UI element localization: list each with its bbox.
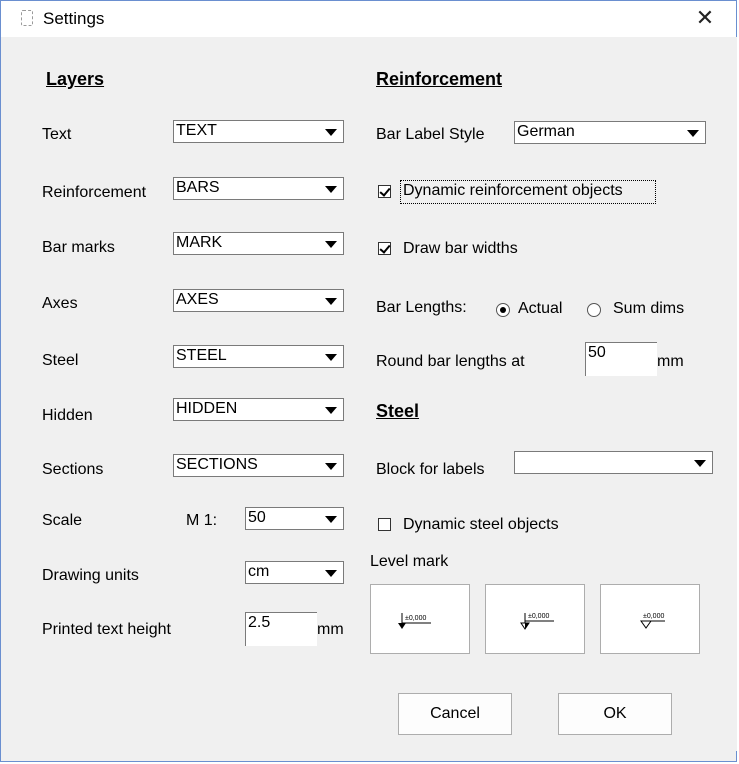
bar-lengths-label: Bar Lengths: [376,299,467,316]
dynamic-steel-checkbox[interactable] [378,518,391,531]
draw-bar-widths-label[interactable]: Draw bar widths [403,240,518,258]
bar-label-style-label: Bar Label Style [376,126,485,143]
level-mark-text-2: ±0,000 [528,613,549,620]
level-mark-option-3[interactable]: ±0,000 [600,584,700,654]
dynamic-reinforcement-label[interactable]: Dynamic reinforcement objects [403,182,623,200]
printed-text-height-value: 2.5 [248,614,271,631]
round-bar-lengths-label: Round bar lengths at [376,353,525,370]
cancel-button[interactable]: Cancel [398,693,512,735]
chevron-down-icon [325,186,337,193]
dynamic-reinforcement-checkbox[interactable] [378,185,391,198]
chevron-down-icon [325,354,337,361]
window-title: Settings [43,9,105,28]
drawing-units-value: cm [248,563,270,580]
level-mark-text-3: ±0,000 [643,613,664,620]
round-bar-lengths-value: 50 [588,344,606,361]
settings-dialog: Settings ✕ Layers Text TEXT Reinforcemen… [0,0,737,762]
level-mark-text-1: ±0,000 [405,615,426,622]
level-mark-label: Level mark [370,553,449,570]
level-mark-symbol-2: ±0,000 [520,613,554,630]
level-mark-symbol-1: ±0,000 [398,613,431,629]
scale-combo[interactable]: 50 [245,507,344,530]
scale-prefix: M 1: [186,512,218,529]
layer-label-steel: Steel [42,352,79,369]
chevron-down-icon [325,241,337,248]
chevron-down-icon [325,129,337,136]
layer-label-bar-marks: Bar marks [42,239,115,256]
layer-steel-value: STEEL [176,347,227,364]
drawing-units-label: Drawing units [42,567,139,584]
round-bar-lengths-unit: mm [657,353,684,370]
layer-reinforcement-value: BARS [176,179,220,196]
layer-label-sections: Sections [42,461,104,478]
bar-lengths-actual-label[interactable]: Actual [518,300,562,318]
layer-label-reinforcement: Reinforcement [42,184,147,201]
printed-text-height-unit: mm [317,621,344,638]
scale-label: Scale [42,512,83,529]
dialog-content: Layers Text TEXT Reinforcement BARS Bar … [2,37,737,751]
layer-bar-marks-combo[interactable]: MARK [173,232,344,255]
chevron-down-icon [687,130,699,137]
layer-sections-combo[interactable]: SECTIONS [173,454,344,477]
chevron-down-icon [325,298,337,305]
chevron-down-icon [325,516,337,523]
dynamic-steel-label[interactable]: Dynamic steel objects [403,516,559,534]
layer-steel-combo[interactable]: STEEL [173,345,344,368]
layer-label-hidden: Hidden [42,407,93,424]
scale-value: 50 [248,509,266,526]
steel-heading: Steel [376,401,420,421]
layer-label-axes: Axes [42,295,78,312]
ok-button[interactable]: OK [558,693,672,735]
level-mark-option-2[interactable]: ±0,000 [485,584,585,654]
bar-label-style-value: German [517,123,575,140]
round-bar-lengths-input[interactable]: 50 [585,342,657,376]
reinforcement-heading: Reinforcement [376,69,503,89]
level-mark-option-1[interactable]: ±0,000 [370,584,470,654]
layers-heading: Layers [46,69,105,89]
app-icon [21,10,33,26]
chevron-down-icon [325,570,337,577]
chevron-down-icon [325,407,337,414]
bar-lengths-sum-label[interactable]: Sum dims [613,300,684,318]
layer-axes-value: AXES [176,291,219,308]
block-for-labels-label: Block for labels [376,461,485,478]
level-mark-symbol-3: ±0,000 [640,613,665,629]
layer-bar-marks-value: MARK [176,234,223,251]
drawing-units-combo[interactable]: cm [245,561,344,584]
bar-lengths-sum-radio[interactable] [587,303,601,317]
layer-text-value: TEXT [176,122,217,139]
chevron-down-icon [325,463,337,470]
printed-text-height-label: Printed text height [42,621,171,638]
layer-reinforcement-combo[interactable]: BARS [173,177,344,200]
bar-lengths-actual-radio[interactable] [496,303,510,317]
layer-hidden-value: HIDDEN [176,400,238,417]
draw-bar-widths-checkbox[interactable] [378,242,391,255]
printed-text-height-input[interactable]: 2.5 [245,612,317,646]
layer-text-combo[interactable]: TEXT [173,120,344,143]
block-for-labels-combo[interactable] [514,451,713,474]
layer-axes-combo[interactable]: AXES [173,289,344,312]
layer-hidden-combo[interactable]: HIDDEN [173,398,344,421]
title-bar: Settings ✕ [1,1,736,37]
layer-sections-value: SECTIONS [176,456,258,473]
close-icon[interactable]: ✕ [694,7,716,29]
layer-label-text: Text [42,126,72,143]
bar-label-style-combo[interactable]: German [514,121,706,144]
chevron-down-icon [694,460,706,467]
